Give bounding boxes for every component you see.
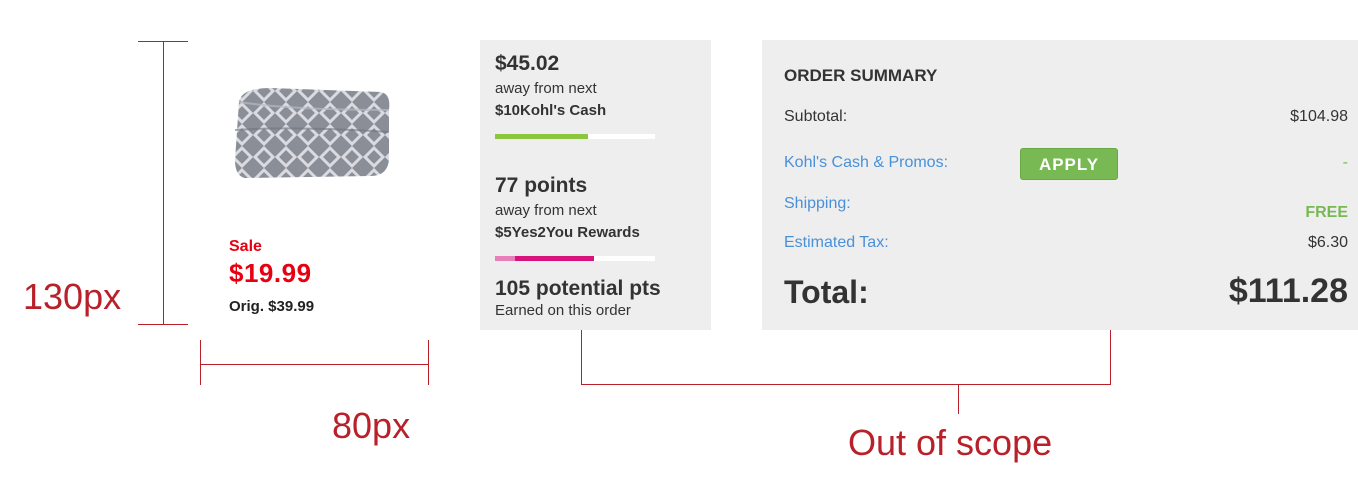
original-price: Orig. $39.99 bbox=[229, 298, 315, 315]
total-label: Total: bbox=[784, 274, 869, 310]
apply-button[interactable]: APPLY bbox=[1020, 148, 1118, 180]
sale-price: $19.99 bbox=[229, 258, 312, 288]
points-away-text: away from next bbox=[495, 202, 597, 219]
kohls-cash-progress-fill bbox=[495, 134, 588, 139]
scope-bracket-left bbox=[581, 330, 582, 385]
rewards-panel: $45.02 away from next $10Kohl's Cash 77 … bbox=[480, 40, 711, 330]
kohls-cash-reward: $10Kohl's Cash bbox=[495, 102, 607, 119]
total-value: $111.28 bbox=[1228, 272, 1348, 310]
order-summary-panel: ORDER SUMMARY Subtotal: $104.98 Kohl's C… bbox=[762, 40, 1358, 330]
potential-points: 105 potential pts bbox=[495, 277, 661, 300]
shipping-value: FREE bbox=[1305, 204, 1348, 221]
height-dimension-bottom-tick bbox=[138, 324, 188, 325]
height-dimension-top-tick bbox=[138, 41, 188, 42]
scope-bracket-right bbox=[1110, 330, 1111, 385]
promos-value: - bbox=[1342, 154, 1348, 171]
estimated-tax-value: $6.30 bbox=[1307, 234, 1348, 251]
scope-label: Out of scope bbox=[848, 422, 1053, 463]
estimated-tax-link[interactable]: Estimated Tax: bbox=[784, 234, 889, 252]
product-image[interactable] bbox=[231, 80, 393, 185]
kohls-cash-amount: $45.02 bbox=[495, 52, 560, 75]
subtotal-label: Subtotal: bbox=[784, 108, 848, 125]
sale-label: Sale bbox=[229, 238, 262, 255]
subtotal-value: $104.98 bbox=[1290, 108, 1348, 125]
width-dimension-label: 80px bbox=[332, 405, 411, 446]
points-progress-bar bbox=[495, 256, 655, 261]
points-reward: $5Yes2You Rewards bbox=[495, 224, 640, 241]
product-card[interactable]: Sale $19.99 Orig. $39.99 bbox=[215, 60, 425, 330]
height-dimension-line bbox=[163, 41, 164, 325]
shipping-link[interactable]: Shipping: bbox=[784, 195, 851, 213]
scope-bracket-bottom bbox=[581, 384, 1111, 385]
kohls-cash-progress-bar bbox=[495, 134, 655, 139]
points-amount: 77 points bbox=[495, 174, 588, 197]
order-summary-title: ORDER SUMMARY bbox=[784, 66, 938, 85]
potential-points-note: Earned on this order bbox=[495, 302, 631, 319]
width-dimension-right-tick bbox=[428, 340, 429, 385]
scope-bracket-stem bbox=[958, 384, 959, 414]
kohls-cash-promos-link[interactable]: Kohl's Cash & Promos: bbox=[784, 154, 948, 172]
width-dimension-line bbox=[200, 364, 429, 365]
kohls-cash-away-text: away from next bbox=[495, 80, 597, 97]
points-progress-fill bbox=[495, 256, 595, 261]
width-dimension-left-tick bbox=[200, 340, 201, 385]
height-dimension-label: 130px bbox=[23, 276, 122, 317]
